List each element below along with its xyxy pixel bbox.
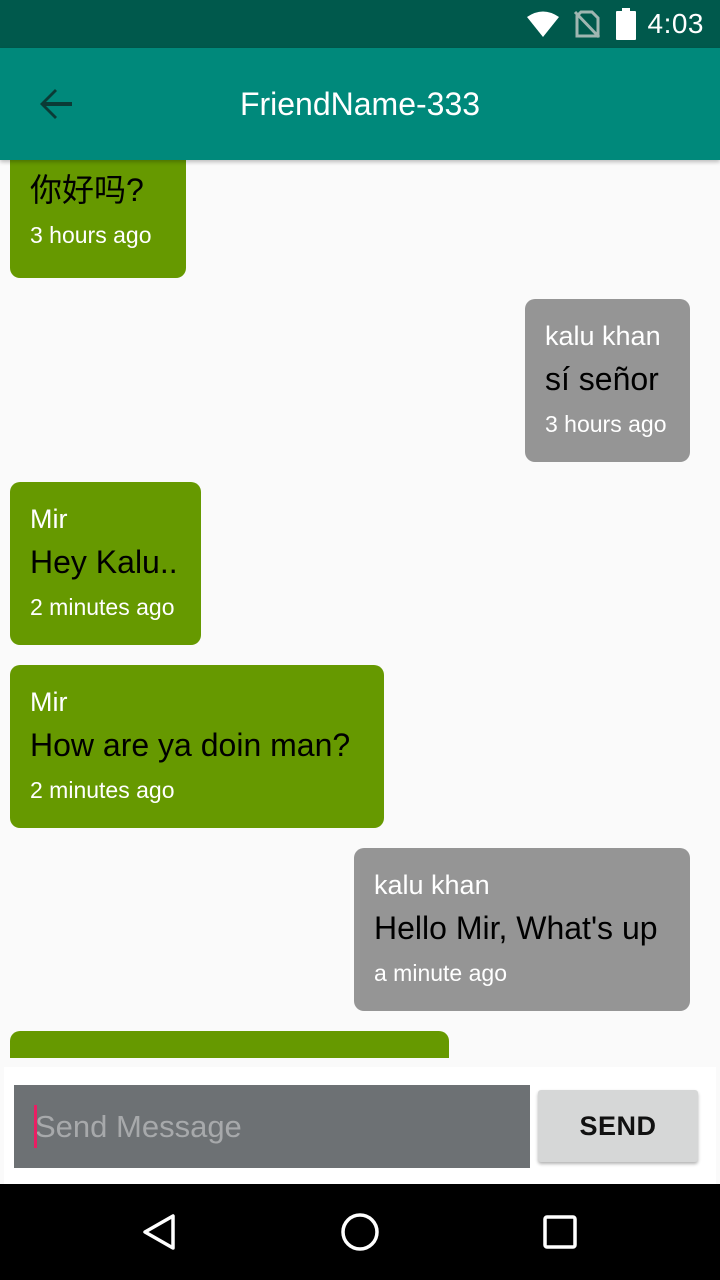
message-sender: Mir <box>30 504 68 534</box>
message-composer: SEND <box>4 1067 716 1185</box>
app-bar: FriendName-333 <box>0 48 720 160</box>
message-time: 2 minutes ago <box>30 777 175 803</box>
navigation-bar <box>0 1184 720 1280</box>
message-time: 3 hours ago <box>30 222 152 248</box>
message-sender: kalu khan <box>545 321 661 351</box>
message-bubble: Mir How are ya doin man? 2 minutes ago <box>10 665 384 828</box>
message-time: a minute ago <box>374 960 507 986</box>
nav-back-button[interactable] <box>112 1184 208 1280</box>
nav-recents-button[interactable] <box>512 1184 608 1280</box>
back-triangle-icon <box>143 1214 175 1250</box>
send-button[interactable]: SEND <box>538 1090 698 1162</box>
battery-icon <box>615 8 636 40</box>
message-list[interactable]: 你好吗? 3 hours ago kalu khan sí señor 3 ho… <box>0 160 720 1058</box>
message-text: sí señor <box>545 361 659 397</box>
message-bubble: 你好吗? 3 hours ago <box>10 160 186 278</box>
message-sender: kalu khan <box>374 870 490 900</box>
message-bubble: kalu khan Hello Mir, What's up a minute … <box>354 848 690 1011</box>
message-time: 3 hours ago <box>545 411 667 437</box>
message-sender: Mir <box>30 687 68 717</box>
nav-home-button[interactable] <box>312 1184 408 1280</box>
home-circle-icon <box>341 1213 379 1251</box>
recents-square-icon <box>543 1215 577 1249</box>
message-bubble <box>10 1031 449 1058</box>
message-bubble: Mir Hey Kalu.. 2 minutes ago <box>10 482 201 645</box>
message-text: Hey Kalu.. <box>30 544 178 580</box>
no-sim-icon <box>573 10 600 39</box>
status-bar: 4:03 <box>0 0 720 48</box>
message-time: 2 minutes ago <box>30 594 175 620</box>
back-button[interactable] <box>22 70 90 138</box>
page-title: FriendName-333 <box>239 86 481 122</box>
message-text: 你好吗? <box>30 172 144 208</box>
wifi-icon <box>526 11 559 37</box>
arrow-back-icon <box>40 89 72 119</box>
message-text: How are ya doin man? <box>30 727 351 763</box>
status-icons: 4:03 <box>526 0 705 48</box>
status-time: 4:03 <box>647 8 704 39</box>
message-input[interactable] <box>14 1085 530 1168</box>
message-bubble: kalu khan sí señor 3 hours ago <box>525 299 690 462</box>
message-text: Hello Mir, What's up <box>374 910 658 946</box>
text-cursor <box>34 1105 37 1148</box>
